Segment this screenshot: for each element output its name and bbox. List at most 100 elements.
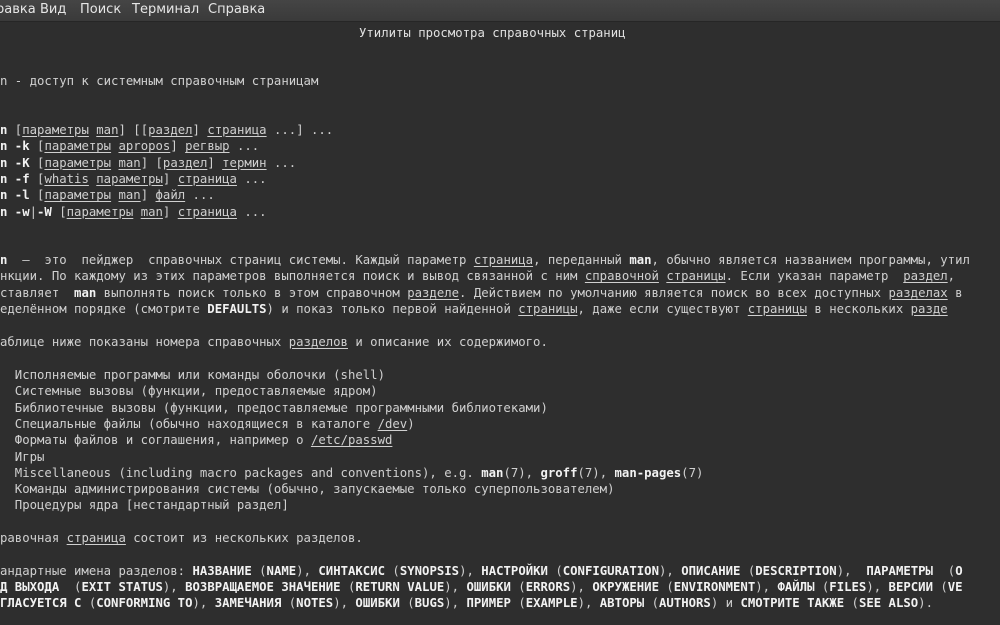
- menu-edit[interactable]: равка: [0, 2, 36, 17]
- man-text: [: [7, 123, 23, 137]
- man-bold-text: man: [74, 285, 97, 300]
- man-text: [: [29, 188, 45, 203]
- man-text: Форматы файлов и соглашения, например о: [0, 433, 311, 448]
- man-text: (: [281, 596, 297, 611]
- man-bold-text: n -l: [0, 188, 30, 203]
- man-reference-text: страницы: [747, 301, 807, 316]
- man-text: Процедуры ядра [нестандартный раздел]: [0, 498, 289, 513]
- man-page-title: Утилиты просмотра справочных страниц: [359, 26, 626, 40]
- man-text: ] [[: [118, 123, 149, 137]
- menu-view[interactable]: Вид: [40, 2, 66, 17]
- man-bold-text: ФАЙЛЫ: [777, 579, 815, 594]
- man-text: ): [407, 416, 415, 431]
- man-text: , обычно является названием программы, у…: [651, 253, 970, 267]
- man-text: ),: [755, 579, 778, 594]
- standard-sections-line: равочная страница состоит из нескольких …: [0, 530, 363, 546]
- man-text: и описание их содержимого.: [347, 334, 548, 349]
- man-bold-text: АВТОРЫ: [599, 596, 645, 611]
- man-bold-text: НАСТРОЙКИ: [481, 563, 548, 578]
- man-bold-text: NAME: [266, 563, 297, 578]
- man-text: ]: [140, 188, 156, 203]
- man-text: ]: [192, 123, 208, 137]
- man-text: ),: [836, 563, 867, 578]
- man-text: , даже если существуют: [577, 301, 748, 316]
- man-text: ]: [162, 204, 178, 219]
- synopsis-line: n -w|-W [параметры man] страница ...: [0, 204, 267, 220]
- description-line: n — это пейджер справочных страниц систе…: [0, 252, 970, 268]
- description-line: аблице ниже показаны номера справочных р…: [0, 334, 548, 350]
- man-reference-text: whatis: [44, 171, 89, 186]
- man-bold-text: ПРИМЕР: [466, 596, 511, 611]
- man-bold-text: EXAMPLE: [525, 596, 578, 611]
- section-list-line: Игры: [0, 449, 45, 465]
- man-text: Специальные файлы (обычно находящиеся в …: [0, 416, 378, 431]
- man-text: (: [932, 579, 948, 594]
- menu-search[interactable]: Поиск: [80, 2, 121, 17]
- man-bold-text: n -f: [0, 171, 30, 186]
- man-text: еделённом порядке (смотрите: [0, 301, 208, 316]
- man-reference-text: /etc/passwd: [310, 433, 393, 448]
- man-bold-text: SYNOPSIS: [399, 563, 460, 578]
- man-text: равочная: [0, 531, 67, 545]
- man-reference-text: /dev: [377, 416, 408, 431]
- description-line: нкции. По каждому из этих параметров вып…: [0, 268, 962, 284]
- man-bold-text: man: [481, 465, 504, 480]
- man-bold-text: n -k: [0, 139, 30, 154]
- man-reference-text: страницы: [518, 301, 578, 316]
- man-reference-text: параметры: [44, 155, 112, 170]
- man-text: ]: [170, 139, 186, 154]
- man-reference-text: страница: [66, 531, 126, 545]
- section-list-line: Исполняемые программы или команды оболоч…: [0, 367, 385, 383]
- man-bold-text: n -K: [0, 155, 30, 170]
- man-text: (: [251, 563, 267, 578]
- man-reference-text: параметры: [66, 204, 134, 219]
- man-reference-text: разделов: [288, 334, 348, 349]
- section-list-line: Системные вызовы (функции, предоставляем…: [0, 383, 378, 399]
- man-bold-text: BUGS: [414, 596, 445, 611]
- man-text: [133, 205, 140, 219]
- man-reference-text: файл: [155, 188, 186, 203]
- man-text: (: [59, 579, 82, 594]
- standard-sections-line: Д ВЫХОДА (EXIT STATUS), ВОЗВРАЩАЕМОЕ ЗНА…: [0, 579, 963, 595]
- synopsis-line: n [параметры man] [[раздел] страница ...…: [0, 122, 333, 138]
- man-text: ) и показ только первой найденной: [266, 301, 519, 316]
- man-bold-text: EXIT STATUS: [81, 579, 163, 594]
- man-text: (: [814, 579, 830, 594]
- terminal-viewport[interactable]: Утилиты просмотра справочных страниц n -…: [0, 22, 1000, 625]
- man-text: ),: [444, 579, 467, 594]
- man-text: ...: [229, 139, 260, 154]
- man-text: ,: [947, 269, 963, 284]
- description-line: ставляет man выполнять поиск только в эт…: [0, 285, 963, 301]
- menu-help[interactable]: Справка: [208, 2, 265, 17]
- man-bold-text: CONFORMING TO: [96, 596, 193, 611]
- man-reference-text: разде: [910, 301, 948, 316]
- man-bold-text: ПАРАМЕТРЫ: [866, 563, 933, 578]
- man-text: [: [29, 171, 45, 186]
- man-reference-text: раздел: [903, 269, 948, 284]
- man-reference-text: страница: [207, 123, 267, 137]
- section-list-line: Процедуры ядра [нестандартный раздел]: [0, 497, 289, 513]
- man-reference-text: разделе: [407, 285, 460, 300]
- synopsis-line: n -l [параметры man] файл ...: [0, 187, 215, 203]
- man-text: (: [844, 596, 859, 611]
- man-text: ...: [236, 204, 267, 219]
- man-text: — это пейджер справочных страниц системы…: [7, 253, 474, 267]
- man-text: Исполняемые программы или команды оболоч…: [0, 368, 385, 382]
- man-text: [: [51, 204, 67, 219]
- man-bold-text: CONFIGURATION: [562, 563, 659, 578]
- man-text: выполнять поиск только в этом справочном: [96, 285, 408, 300]
- section-list-line: Команды администрирования системы (обычн…: [0, 481, 615, 497]
- man-text: n - доступ к системным справочным страни…: [0, 74, 319, 88]
- man-reference-text: параметры: [44, 188, 112, 203]
- menu-terminal[interactable]: Терминал: [132, 2, 199, 17]
- synopsis-line: n -k [параметры apropos] регвыр ...: [0, 138, 259, 154]
- man-text: (: [81, 596, 97, 611]
- man-reference-text: параметры: [22, 123, 89, 137]
- man-text: ] [: [140, 155, 163, 170]
- man-text: ...: [236, 171, 267, 186]
- man-reference-text: термин: [222, 155, 267, 170]
- man-text: (: [385, 563, 400, 578]
- man-text: ),: [333, 596, 356, 611]
- man-reference-text: раздел: [148, 123, 193, 137]
- man-text: Miscellaneous (including macro packages …: [0, 465, 482, 480]
